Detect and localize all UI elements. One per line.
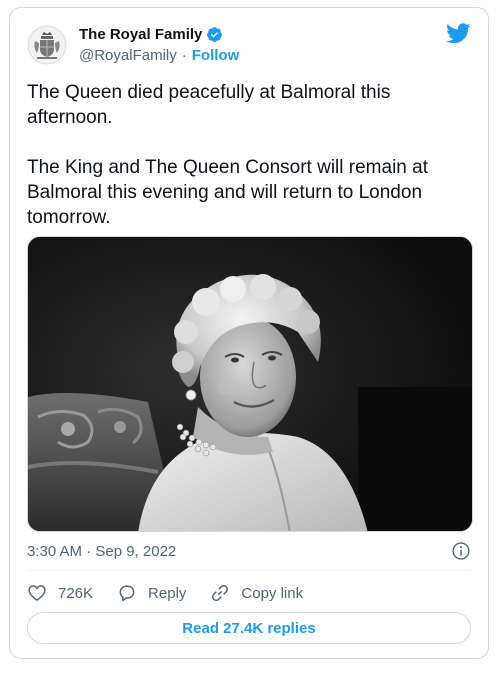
- timestamp-row: 3:30 AM · Sep 9, 2022: [27, 540, 471, 562]
- like-button[interactable]: 726K: [27, 583, 93, 603]
- tweet-card: The Royal Family @RoyalFamily · Follow T…: [9, 7, 489, 659]
- reply-label: Reply: [148, 584, 187, 602]
- divider: [27, 570, 471, 571]
- link-icon: [212, 584, 229, 602]
- royal-coat-of-arms-icon[interactable]: [27, 25, 67, 65]
- tweet-photo[interactable]: [27, 236, 473, 532]
- tweet-header: The Royal Family @RoyalFamily · Follow: [27, 23, 471, 71]
- handle[interactable]: @RoyalFamily: [79, 47, 177, 64]
- heart-icon: [28, 585, 46, 601]
- speech-bubble-icon: [119, 585, 135, 602]
- tweet-timestamp[interactable]: 3:30 AM · Sep 9, 2022: [27, 543, 176, 560]
- tweet-paragraph: The King and The Queen Consort will rema…: [27, 157, 428, 228]
- display-name[interactable]: The Royal Family: [79, 26, 202, 43]
- verified-badge-icon: [207, 26, 223, 42]
- tweet-actions: 726K Reply Copy link: [27, 580, 327, 606]
- like-count: 726K: [58, 584, 94, 602]
- handle-separator: ·: [181, 47, 187, 64]
- account-names: The Royal Family @RoyalFamily · Follow: [79, 24, 240, 65]
- reply-button[interactable]: Reply: [117, 583, 186, 603]
- twitter-bird-icon[interactable]: [446, 23, 471, 44]
- copy-link-button[interactable]: Copy link: [210, 583, 303, 603]
- follow-button[interactable]: Follow: [192, 47, 240, 64]
- tweet-text: The Queen died peacefully at Balmoral th…: [27, 80, 466, 230]
- read-replies-button[interactable]: Read 27.4K replies: [27, 612, 471, 644]
- info-icon[interactable]: [451, 541, 471, 561]
- tweet-paragraph: The Queen died peacefully at Balmoral th…: [27, 82, 391, 128]
- copy-link-label: Copy link: [241, 584, 304, 602]
